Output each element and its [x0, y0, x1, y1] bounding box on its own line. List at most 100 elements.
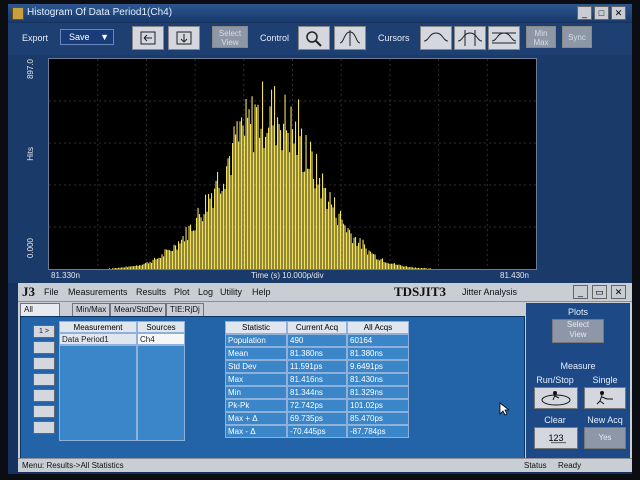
- cursor-type-2-button[interactable]: [454, 26, 486, 50]
- app-restore-button[interactable]: ▭: [592, 285, 607, 299]
- source-cell[interactable]: Ch4: [137, 333, 185, 345]
- menu-log[interactable]: Log: [198, 287, 213, 297]
- histogram-bar: [304, 171, 306, 269]
- minimize-button[interactable]: _: [577, 6, 592, 20]
- window-controls: _ □ ✕: [577, 6, 626, 20]
- histogram-bar: [322, 173, 324, 269]
- stats-all-acqs-cell: 60164: [347, 334, 409, 347]
- histogram-bar: [169, 250, 171, 269]
- histogram-bar: [214, 188, 216, 269]
- minmax-button[interactable]: Min Max: [526, 26, 556, 48]
- single-button[interactable]: [584, 387, 626, 409]
- histogram-bar: [398, 264, 400, 269]
- histogram-bar: [374, 254, 376, 269]
- control-label: Control: [260, 33, 290, 43]
- histogram-bar: [308, 168, 310, 269]
- stats-all-acqs-cell: 101.02ps: [347, 399, 409, 412]
- maximize-button[interactable]: □: [594, 6, 609, 20]
- histogram-bar: [233, 126, 235, 270]
- histogram-bar: [248, 109, 250, 270]
- row-select-button-4[interactable]: [33, 373, 55, 386]
- histogram-bar: [151, 262, 153, 269]
- select-view-button[interactable]: Select View: [212, 26, 248, 48]
- close-button[interactable]: ✕: [611, 6, 626, 20]
- histogram-bar: [280, 130, 282, 269]
- tab-tie-rjdj-ber[interactable]: TIE:RjDj - BER: [166, 303, 204, 326]
- pan-waveform-icon: [339, 30, 361, 46]
- row-select-button-3[interactable]: [33, 357, 55, 370]
- histogram-bar: [310, 141, 312, 269]
- histogram-bar: [343, 223, 345, 269]
- histogram-bar: [277, 117, 279, 269]
- histogram-bar: [239, 121, 241, 269]
- zoom-horizontal-button[interactable]: [132, 26, 164, 50]
- x-axis-label: Time (s) 10.000p/div: [251, 271, 324, 280]
- run-stop-button[interactable]: [534, 387, 578, 409]
- app-minimize-button[interactable]: _: [573, 285, 588, 299]
- histogram-plot[interactable]: [48, 58, 537, 270]
- menu-results[interactable]: Results: [136, 287, 166, 297]
- row-select-button-2[interactable]: [33, 341, 55, 354]
- wave-vbar-cursor-icon: [457, 30, 483, 46]
- measurement-cell[interactable]: Data Period1: [59, 333, 137, 345]
- clear-button[interactable]: 1̲2̲3̲: [534, 427, 578, 449]
- sync-button[interactable]: Sync: [562, 26, 592, 48]
- row-select-button-7[interactable]: [33, 421, 55, 434]
- clear-label: Clear: [544, 415, 566, 425]
- histogram-bar: [400, 265, 402, 269]
- histogram-bar: [386, 262, 388, 269]
- histogram-bar: [121, 267, 123, 269]
- side-control-panel: Plots Select View Measure Run/Stop Singl…: [526, 303, 630, 458]
- pan-button[interactable]: [334, 26, 366, 50]
- row-select-button-1[interactable]: 1 >: [33, 325, 55, 338]
- histogram-bar: [208, 193, 210, 269]
- histogram-bar: [365, 248, 367, 269]
- zoom-button[interactable]: [298, 26, 330, 50]
- histogram-bar: [332, 207, 334, 269]
- menu-help[interactable]: Help: [252, 287, 271, 297]
- menu-measurements[interactable]: Measurements: [68, 287, 128, 297]
- cursor-type-3-button[interactable]: [488, 26, 520, 50]
- status-label: Status: [524, 461, 547, 470]
- histogram-bar: [413, 267, 415, 269]
- brand-subtitle: Jitter Analysis: [462, 287, 518, 297]
- menu-file[interactable]: File: [44, 287, 59, 297]
- menu-plot[interactable]: Plot: [174, 287, 190, 297]
- tab-mean-stddev[interactable]: Mean/StdDev: [110, 303, 167, 317]
- histogram-bar: [328, 201, 330, 269]
- select-view-line2: View: [221, 38, 239, 47]
- magnifier-icon: [306, 31, 322, 47]
- single-label: Single: [592, 375, 618, 385]
- app-close-button[interactable]: ✕: [611, 285, 626, 299]
- plots-select-view-button[interactable]: Select View: [552, 319, 604, 343]
- zoom-vertical-button[interactable]: [168, 26, 200, 50]
- export-select[interactable]: Save ▼: [60, 29, 114, 45]
- tdsjit3-screen: Histogram Of Data Period1(Ch4) _ □ ✕ Exp…: [8, 4, 632, 474]
- histogram-bar: [317, 184, 319, 269]
- mouse-pointer-icon: [499, 402, 509, 416]
- histogram-bar: [299, 136, 301, 269]
- status-menu-path: Menu: Results->All Statistics: [22, 461, 124, 470]
- histogram-bar: [319, 177, 321, 269]
- histogram-bar: [241, 117, 243, 269]
- histogram-bar: [179, 243, 181, 269]
- new-acq-yes-button[interactable]: Yes: [584, 427, 626, 449]
- histogram-bar: [124, 267, 126, 269]
- newacq-label: New Acq: [587, 415, 623, 425]
- histogram-bar: [148, 263, 150, 269]
- runstop-label: Run/Stop: [536, 375, 574, 385]
- stats-header-cell: All Acqs: [347, 321, 409, 334]
- row-select-button-6[interactable]: [33, 405, 55, 418]
- export-select-value: Save: [69, 32, 90, 42]
- tab-all-statistics[interactable]: All Statistics: [20, 303, 60, 326]
- histogram-bar: [272, 125, 274, 270]
- histogram-bar: [172, 250, 174, 269]
- menu-utility[interactable]: Utility: [220, 287, 242, 297]
- row-select-button-5[interactable]: [33, 389, 55, 402]
- histogram-bar: [190, 224, 192, 269]
- histogram-bar: [185, 227, 187, 269]
- tab-minmax[interactable]: Min/Max: [72, 303, 111, 317]
- histogram-bar: [326, 209, 328, 269]
- cursor-type-1-button[interactable]: [420, 26, 452, 50]
- histogram-bar: [268, 127, 270, 269]
